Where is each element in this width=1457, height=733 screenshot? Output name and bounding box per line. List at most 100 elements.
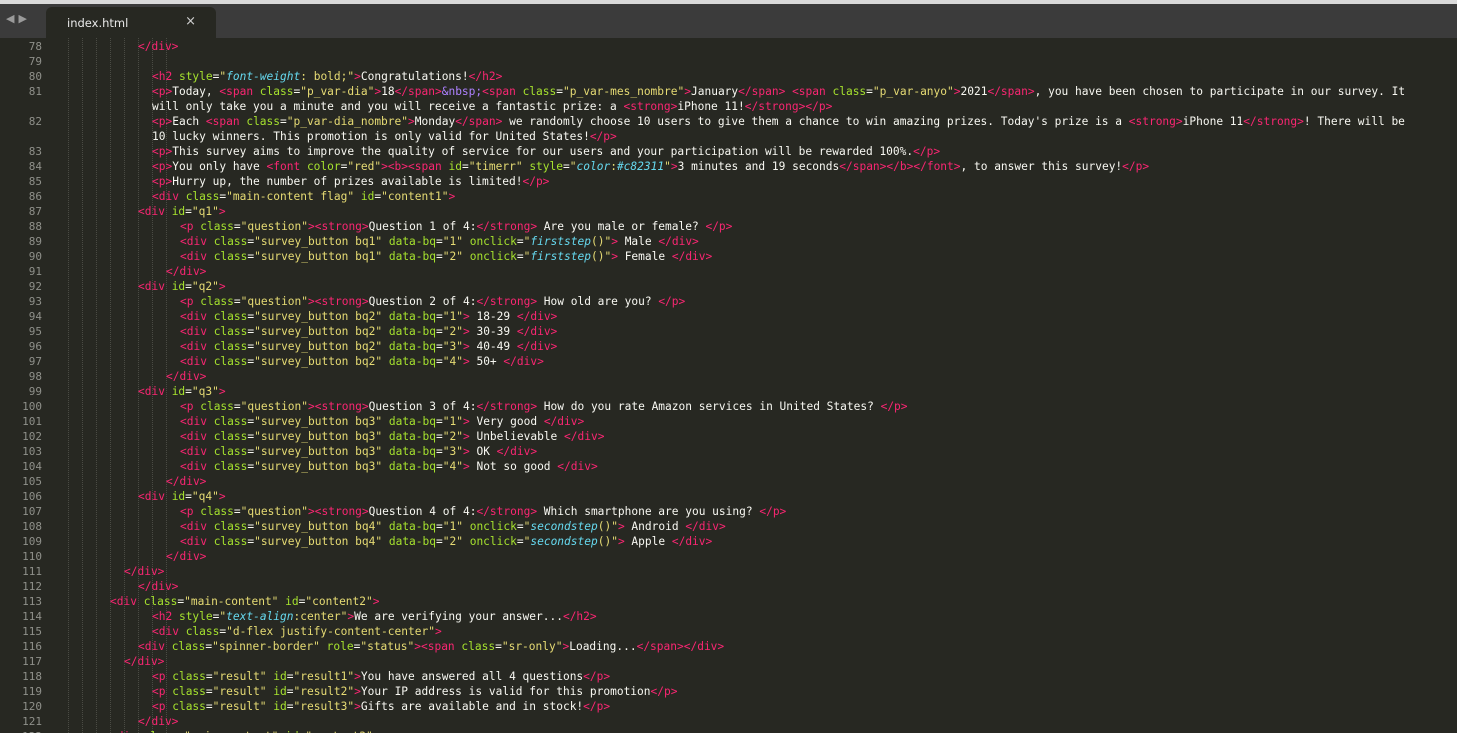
line-number: 85 [28,175,42,188]
code-token: "spinner-border" [212,640,320,653]
code-token: </span> [455,115,503,128]
line-number: 78 [28,40,42,53]
code-token: <p [180,505,194,518]
line-number: 80 [28,70,42,83]
code-token: = [556,85,563,98]
code-token: </div> [516,340,558,353]
code-token: class [193,295,234,308]
line-number: 92 [28,280,42,293]
code-token: data-bq [382,520,436,533]
code-token: </strong> [476,220,538,233]
code-token: <span [219,85,254,98]
code-line: 97 <div class = "survey_button bq2" data-bq… [0,354,1457,369]
code-token: data-bq [382,340,436,353]
code-token: ()" [597,535,618,548]
code-token: > [462,355,470,368]
code-token: <div [152,190,179,203]
code-line: 79 [0,54,1457,69]
code-token: = [436,325,443,338]
code-token: class [206,310,248,323]
code-token: </span> [839,160,887,173]
code-token: "survey_button bq2" [254,355,383,368]
code-token: : bold;" [300,70,355,83]
code-token: font-weight [226,70,301,83]
code-token: > [670,160,678,173]
code-token: = [205,685,213,698]
code-token: data-bq [382,325,436,338]
code-token: id [354,190,375,203]
code-token: "3" [442,445,463,458]
code-token: 3 minutes and 19 seconds [677,160,840,173]
code-token: class [206,355,248,368]
code-token: = [516,250,524,263]
code-token: <p> [152,145,173,158]
nav-forward-icon[interactable]: ▶ [18,12,27,25]
code-line: 92 <div id="q2"> [0,279,1457,294]
tab-index-html[interactable]: index.html × [46,7,216,38]
code-token: "1" [442,520,463,533]
code-text: </div> [124,654,164,669]
code-token: </div> [124,655,165,668]
code-token: "result3" [293,700,355,713]
code-token: <p> [152,160,173,173]
code-token: <div [138,205,165,218]
code-token: <div [138,385,165,398]
code-token: color [576,160,611,173]
code-token: "p_var-dia" [300,85,375,98]
code-token: Question 1 of 4: [368,220,477,233]
code-token: ()" [597,520,618,533]
code-token: class [454,640,496,653]
code-token: "p_var-dia_nombre" [286,115,409,128]
code-token: "2" [442,250,463,263]
code-token: </div> [683,640,725,653]
code-token: :center" [293,610,348,623]
code-token: #c82311 [616,160,665,173]
code-token: <div [138,640,165,653]
code-line: 83 <p>This survey aims to improve the qua… [0,144,1457,159]
code-text: <div id="q3"> [138,384,226,399]
code-token: = [185,205,192,218]
code-token: = [495,640,502,653]
code-line: 116 <div class="spinner-border" role="sta… [0,639,1457,654]
code-token: = [436,445,443,458]
code-token: firststep [530,250,591,263]
line-number: 121 [22,715,42,728]
code-token: > [218,205,226,218]
code-text: <p class="result" id="result3">Gifts are… [152,699,610,714]
code-token: <strong> [623,100,678,113]
code-token: </div> [166,475,207,488]
code-token: "result2" [293,685,355,698]
code-token: &nbsp; [441,85,483,98]
code-line: 87 <div id="q1"> [0,204,1457,219]
code-token: data-bq [382,430,436,443]
line-number: 118 [22,670,42,683]
code-token: "red" [347,160,382,173]
code-token: <div [180,250,207,263]
code-token: <strong> [1128,115,1183,128]
code-token: "status" [360,640,415,653]
code-token: <div [180,310,207,323]
nav-back-icon[interactable]: ◀ [6,12,15,25]
code-token: class [206,250,248,263]
close-tab-icon[interactable]: × [185,14,196,29]
code-line: 78 </div> [0,39,1457,54]
code-token: 18-29 [469,310,517,323]
code-text: <div id="q2"> [138,279,226,294]
code-token: <div [180,415,207,428]
code-token: This survey aims to improve the quality … [172,145,914,158]
code-text: <div class="survey_button bq2" data-bq="… [180,354,544,369]
code-token: class [165,700,206,713]
code-editor[interactable]: 78 </div> 79 80 <h2 style="font-weight: bold… [0,38,1457,733]
code-token: <p> [152,115,173,128]
line-number: 91 [28,265,42,278]
code-token: = [436,235,443,248]
code-token: data-bq [382,415,436,428]
code-text: <div id="q1"> [138,204,226,219]
code-token: > [308,220,315,233]
code-token: onclick [462,535,517,548]
code-token: class [239,115,281,128]
code-text: </div> [138,39,178,54]
code-token: = [866,85,873,98]
code-token: </p> [805,100,833,113]
code-token: "p_var-anyo" [872,85,954,98]
